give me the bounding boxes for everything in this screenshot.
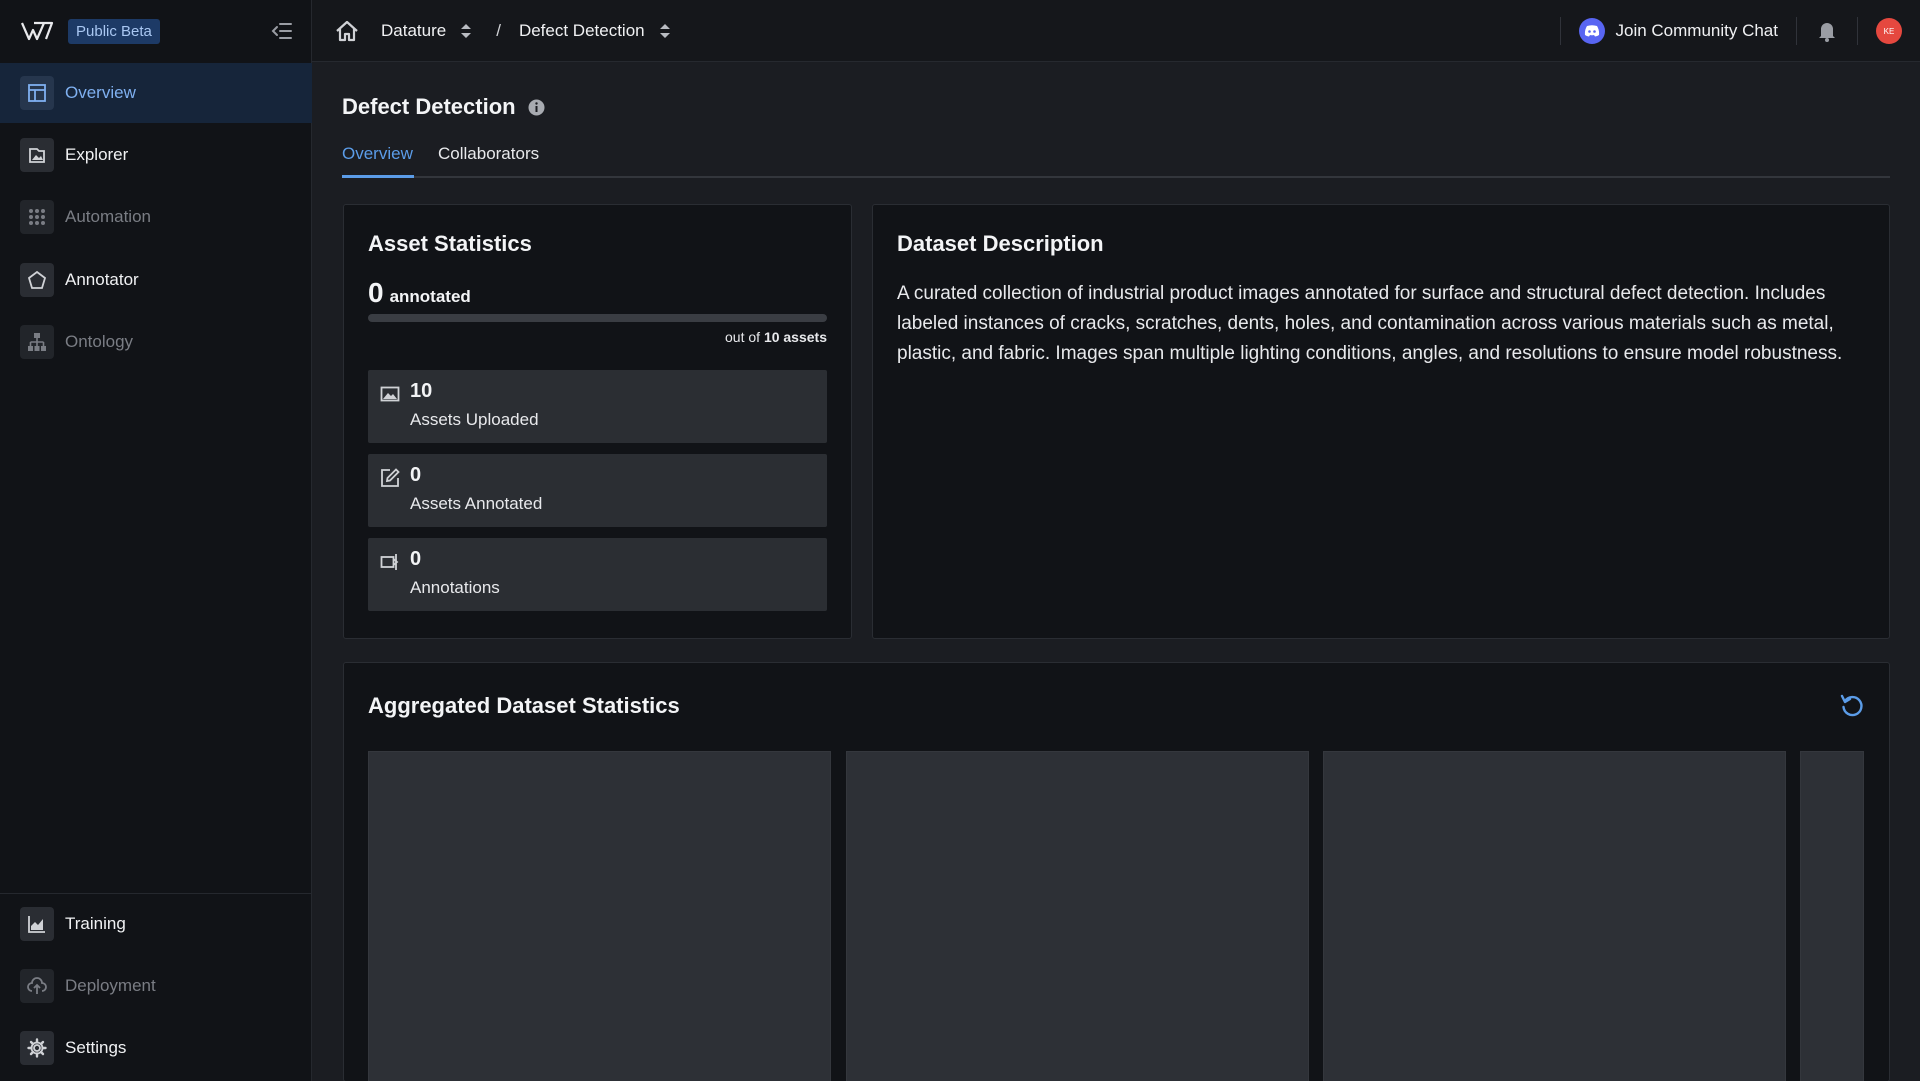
sidebar-item-overview[interactable]: Overview [0,63,312,123]
stat-panel [846,751,1309,1081]
topbar-divider [1796,17,1797,45]
annotated-summary: 0 annotated [368,277,471,309]
sidebar-item-label: Automation [65,207,151,226]
avatar[interactable]: KE [1876,18,1902,44]
sidebar-item-label: Deployment [65,976,156,995]
topbar-divider [1857,17,1858,45]
stat-assets-annotated: 0 Assets Annotated [368,454,827,527]
breadcrumb-project-label: Defect Detection [518,20,645,40]
sidebar-item-label: Ontology [65,332,134,351]
asset-statistics-title: Asset Statistics [368,231,532,256]
home-icon[interactable] [335,20,359,42]
annotated-count: 0 [368,277,384,308]
cloud-upload-icon [20,969,54,1003]
join-community-button[interactable]: Join Community Chat [1561,18,1796,44]
edit-icon [381,468,400,487]
sidebar-item-ontology[interactable]: Ontology [0,312,312,372]
sidebar-item-settings[interactable]: Settings [0,1018,312,1078]
topbar: Datature / Defect Detection Join Communi… [312,0,1920,62]
topbar-right: Join Community Chat KE [1560,0,1920,62]
out-of-assets: out of 10 assets [725,329,827,345]
stat-panel [1800,751,1864,1081]
tab-overview[interactable]: Overview [342,144,414,178]
sidebar-item-label: Overview [65,83,136,102]
dots-grid-icon [20,200,54,234]
layout-icon [20,76,54,110]
stat-value: 10 [410,380,433,402]
bell-icon[interactable] [1817,20,1837,42]
out-of-prefix: out of [725,329,761,345]
hierarchy-icon [20,325,54,359]
breadcrumb-project[interactable]: Defect Detection [519,21,671,41]
info-icon[interactable] [528,99,545,116]
dataset-description-title: Dataset Description [897,231,1104,256]
stat-value: 0 [410,548,422,570]
sidebar-item-label: Settings [65,1038,127,1057]
asset-statistics-card: Asset Statistics 0 annotated out of 10 a… [343,204,852,639]
stat-panel [368,751,831,1081]
aggregated-statistics-title: Aggregated Dataset Statistics [368,693,680,718]
public-beta-badge: Public Beta [68,18,160,44]
dataset-description-card: Dataset Description A curated collection… [872,204,1890,639]
datature-logo-icon[interactable] [20,20,54,42]
page-title: Defect Detection [342,94,545,120]
breadcrumb-separator: / [496,20,501,40]
sort-icon [659,23,670,38]
sidebar-item-deployment[interactable]: Deployment [0,956,312,1016]
join-community-label: Join Community Chat [1615,21,1778,40]
stat-value: 0 [410,464,422,486]
collapse-sidebar-icon[interactable] [271,21,293,41]
label-icon [380,554,399,570]
out-of-value: 10 assets [763,329,827,345]
sidebar-item-label: Training [65,914,126,933]
page-title-text: Defect Detection [342,94,516,119]
sidebar-item-annotator[interactable]: Annotator [0,250,312,310]
sidebar-item-explorer[interactable]: Explorer [0,125,312,185]
brand: Public Beta [0,0,311,62]
sidebar-item-training[interactable]: Training [0,894,312,954]
refresh-icon[interactable] [1839,693,1865,719]
stat-label: Annotations [410,578,500,597]
image-folder-icon [20,138,54,172]
sidebar: Public Beta Overview Explorer Automation… [0,0,312,1081]
tab-bar: Overview Collaborators [342,140,1890,178]
breadcrumb-org-label: Datature [381,20,447,40]
annotation-progress-bar [368,314,827,322]
sort-icon [461,23,472,38]
polygon-icon [20,263,54,297]
stat-label: Assets Uploaded [410,410,539,429]
image-icon [380,386,400,402]
stat-panel [1323,751,1786,1081]
sidebar-item-label: Explorer [65,145,129,164]
discord-icon [1579,18,1606,44]
gear-icon [20,1031,54,1065]
tab-collaborators[interactable]: Collaborators [438,144,539,178]
aggregated-statistics-card: Aggregated Dataset Statistics [343,662,1890,1081]
sidebar-item-label: Annotator [65,270,139,289]
stat-assets-uploaded: 10 Assets Uploaded [368,370,827,443]
sidebar-item-automation[interactable]: Automation [0,187,312,247]
stat-label: Assets Annotated [410,494,543,513]
stat-annotations: 0 Annotations [368,538,827,611]
chart-icon [20,907,54,941]
annotated-label: annotated [389,287,471,306]
breadcrumb-org[interactable]: Datature [381,21,472,41]
dataset-description-text: A curated collection of industrial produ… [897,283,1843,364]
